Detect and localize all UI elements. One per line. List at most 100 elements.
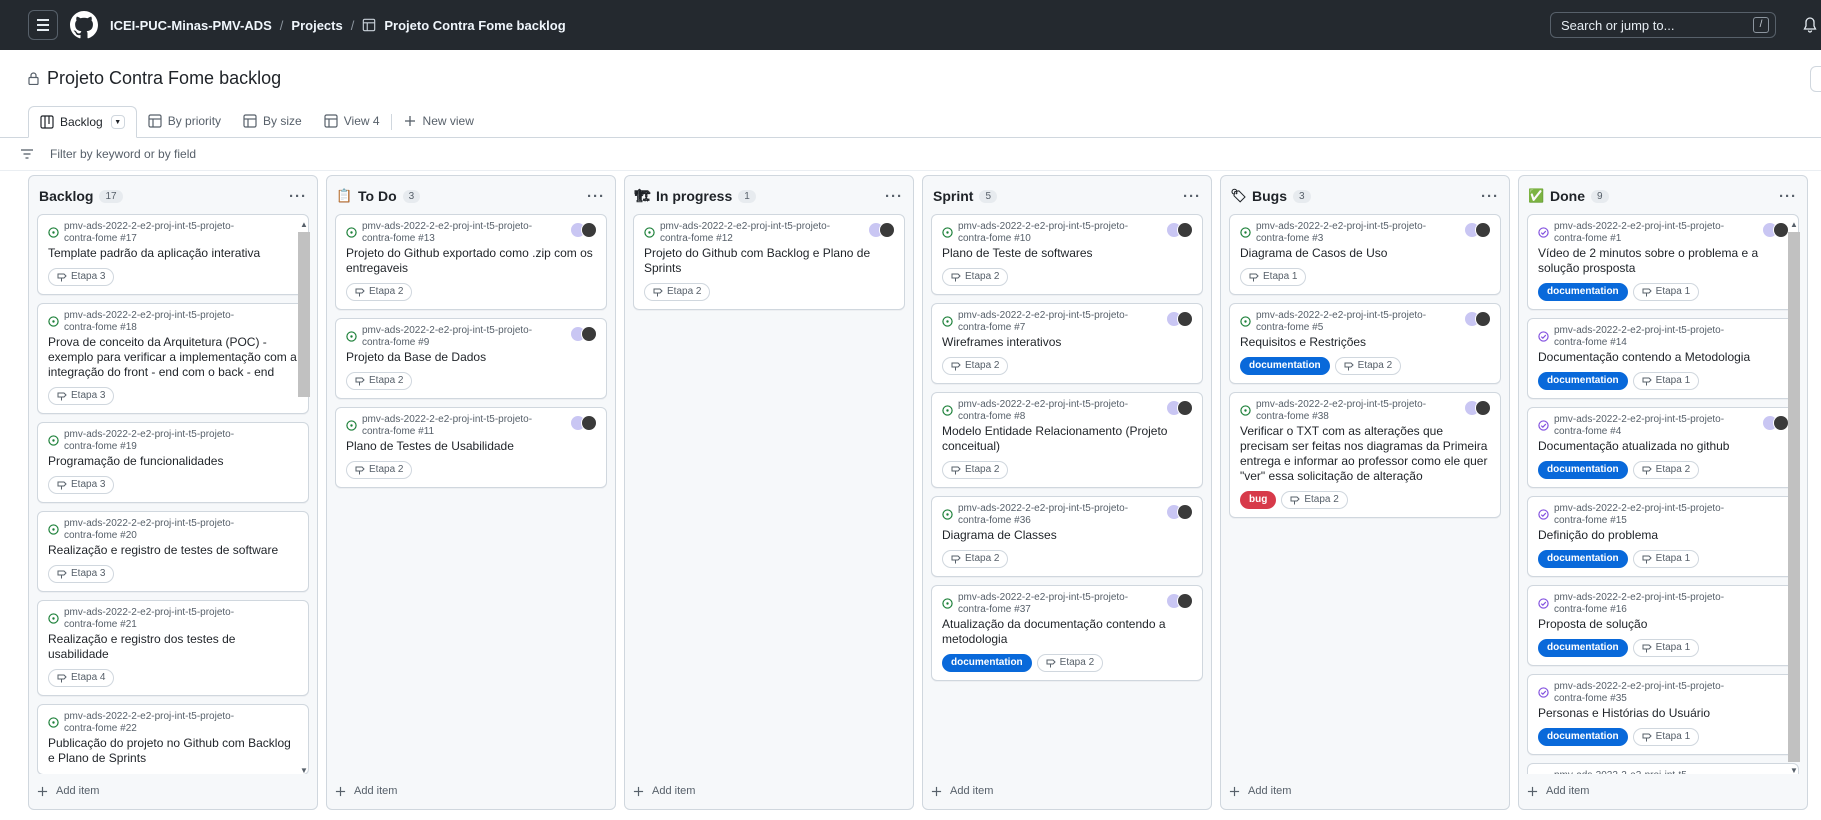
issue-title[interactable]: Wireframes interativos [942, 335, 1192, 350]
add-item-button[interactable]: Add item [923, 773, 1211, 809]
issue-title[interactable]: Definição do problema [1538, 528, 1788, 543]
issue-reference[interactable]: pmv-ads-2022-2-e2-proj-int-t5-projeto-co… [1538, 681, 1788, 705]
issue-title[interactable]: Realização e registro dos testes de usab… [48, 632, 298, 662]
issue-card[interactable]: pmv-ads-2022-2-e2-proj-int-t5-projeto-co… [931, 585, 1203, 681]
issue-card[interactable]: pmv-ads-2022-2-e2-proj-int-t5-projeto-co… [931, 392, 1203, 488]
tab-new-view[interactable]: New view [392, 105, 485, 137]
scrollbar-thumb[interactable] [1788, 232, 1800, 762]
column-menu-icon[interactable]: ··· [587, 188, 605, 205]
milestone-badge[interactable]: Etapa 2 [942, 550, 1009, 568]
issue-title[interactable]: Vídeo de 2 minutos sobre o problema e a … [1538, 246, 1788, 276]
issue-title[interactable]: Template padrão da aplicação interativa [48, 246, 298, 261]
issue-card[interactable]: pmv-ads-2022-2-e2-proj-int-t5-projeto-co… [37, 600, 309, 696]
assignee-avatars[interactable] [570, 222, 597, 238]
issue-reference[interactable]: pmv-ads-2022-2-e2-proj-int-t5-projeto-co… [1240, 310, 1490, 334]
issue-title[interactable]: Atualização da documentação contendo a m… [942, 617, 1192, 647]
issue-card[interactable]: pmv-ads-2022-2-e2-proj-int-t5-projeto-co… [931, 214, 1203, 295]
column-menu-icon[interactable]: ··· [1183, 188, 1201, 205]
label-bug[interactable]: bug [1240, 491, 1277, 509]
assignee-avatars[interactable] [1464, 400, 1491, 416]
label-documentation[interactable]: documentation [1538, 372, 1628, 390]
issue-reference[interactable]: pmv-ads-2022-2-e2-proj-int-t5-projeto-co… [942, 221, 1192, 245]
label-documentation[interactable]: documentation [1240, 357, 1330, 375]
label-documentation[interactable]: documentation [1538, 550, 1628, 568]
milestone-badge[interactable]: Etapa 2 [1036, 654, 1104, 672]
assignee-avatars[interactable] [1166, 504, 1193, 520]
milestone-badge[interactable]: Etapa 3 [48, 476, 115, 494]
issue-reference[interactable]: pmv-ads-2022-2-e2-proj-int-t5-projeto-co… [48, 711, 298, 735]
chevron-down-icon[interactable]: ▼ [110, 115, 125, 129]
issue-card[interactable]: pmv-ads-2022-2-e2-proj-int-t5-projeto-co… [633, 214, 905, 310]
milestone-badge[interactable]: Etapa 2 [346, 372, 413, 390]
tab-view-4[interactable]: View 4 [313, 105, 391, 137]
breadcrumb-projects[interactable]: Projects [291, 18, 342, 33]
issue-title[interactable]: Proposta de solução [1538, 617, 1788, 632]
milestone-badge[interactable]: Etapa 3 [48, 565, 115, 583]
issue-title[interactable]: Documentação contendo a Metodologia [1538, 350, 1788, 365]
scroll-up-arrow-icon[interactable]: ▲ [297, 220, 311, 232]
issue-card[interactable]: pmv-ads-2022-2-e2-proj-int-t5-projeto-co… [1527, 407, 1799, 488]
issue-reference[interactable]: pmv-ads-2022-2-e2-proj-int-t5-projeto-co… [644, 221, 894, 245]
scrollbar[interactable]: ▲ ▼ [1787, 220, 1801, 778]
issue-title[interactable]: Personas e Histórias do Usuário [1538, 706, 1788, 721]
tab-backlog[interactable]: Backlog ▼ [28, 106, 137, 138]
label-documentation[interactable]: documentation [1538, 283, 1628, 301]
issue-reference[interactable]: pmv-ads-2022-2-e2-proj-int-t5-projeto-co… [48, 429, 298, 453]
milestone-badge[interactable]: Etapa 1 [1632, 283, 1700, 301]
column-menu-icon[interactable]: ··· [1779, 188, 1797, 205]
issue-reference[interactable]: pmv-ads-2022-2-e2-proj-int-t5-projeto-co… [942, 503, 1192, 527]
issue-reference[interactable]: pmv-ads-2022-2-e2-proj-int-t5-projeto-co… [1538, 325, 1788, 349]
issue-title[interactable]: Diagrama de Classes [942, 528, 1192, 543]
issue-card[interactable]: pmv-ads-2022-2-e2-proj-int-t5-projeto-co… [931, 496, 1203, 577]
issue-title[interactable]: Projeto do Github exportado como .zip co… [346, 246, 596, 276]
assignee-avatars[interactable] [1166, 311, 1193, 327]
issue-reference[interactable]: pmv-ads-2022-2-e2-proj-int-t5-projeto-co… [48, 221, 298, 245]
issue-reference[interactable]: pmv-ads-2022-2-e2-proj-int-t5-projeto-co… [1240, 221, 1490, 245]
issue-card[interactable]: pmv-ads-2022-2-e2-proj-int-t5-projeto-co… [37, 214, 309, 295]
tab-by-priority[interactable]: By priority [137, 105, 232, 137]
github-logo-icon[interactable] [70, 11, 98, 39]
label-documentation[interactable]: documentation [1538, 461, 1628, 479]
filter-bar[interactable]: Filter by keyword or by field [0, 138, 1821, 171]
issue-title[interactable]: Verificar o TXT com as alterações que pr… [1240, 424, 1490, 484]
milestone-badge[interactable]: Etapa 1 [1632, 728, 1700, 746]
issue-card[interactable]: pmv-ads-2022-2-e2-proj-int-t5-projeto-co… [1527, 674, 1799, 755]
issue-reference[interactable]: pmv-ads-2022-2-e2-proj-int-t5-projeto-co… [1240, 399, 1490, 423]
filter-input[interactable]: Filter by keyword or by field [50, 147, 196, 161]
issue-card[interactable]: pmv-ads-2022-2-e2-proj-int-t5-projeto-co… [37, 704, 309, 774]
add-item-button[interactable]: Add item [327, 773, 615, 809]
issue-card[interactable]: pmv-ads-2022-2-e2-proj-int-t5-projeto-co… [1229, 214, 1501, 295]
issue-title[interactable]: Prova de conceito da Arquitetura (POC) -… [48, 335, 298, 380]
issue-title[interactable]: Modelo Entidade Relacionamento (Projeto … [942, 424, 1192, 454]
assignee-avatars[interactable] [570, 326, 597, 342]
menu-icon[interactable] [28, 10, 58, 40]
milestone-badge[interactable]: Etapa 1 [1632, 550, 1700, 568]
milestone-badge[interactable]: Etapa 2 [644, 283, 711, 301]
issue-card[interactable]: pmv-ads-2022-2-e2-proj-int-t5-projeto-co… [1527, 496, 1799, 577]
issue-card[interactable]: pmv-ads-2022-2-e2-proj-int-t5-projeto-co… [1527, 585, 1799, 666]
issue-title[interactable]: Realização e registro de testes de softw… [48, 543, 298, 558]
milestone-badge[interactable]: Etapa 2 [346, 283, 413, 301]
milestone-badge[interactable]: Etapa 2 [1334, 357, 1402, 375]
milestone-badge[interactable]: Etapa 2 [942, 357, 1009, 375]
assignee-avatars[interactable] [1464, 311, 1491, 327]
issue-reference[interactable]: pmv-ads-2022-2-e2-proj-int-t5-projeto-co… [346, 221, 596, 245]
milestone-badge[interactable]: Etapa 4 [48, 669, 115, 687]
label-documentation[interactable]: documentation [1538, 639, 1628, 657]
issue-title[interactable]: Requisitos e Restrições [1240, 335, 1490, 350]
tab-by-size[interactable]: By size [232, 105, 313, 137]
add-item-button[interactable]: Add item [29, 773, 317, 809]
issue-title[interactable]: Publicação do projeto no Github com Back… [48, 736, 298, 766]
assignee-avatars[interactable] [1762, 415, 1789, 431]
issue-card[interactable]: pmv-ads-2022-2-e2-proj-int-t5-projeto-co… [37, 303, 309, 414]
issue-card[interactable]: pmv-ads-2022-2-e2-proj-int-t5-projeto-co… [335, 214, 607, 310]
assignee-avatars[interactable] [1762, 222, 1789, 238]
milestone-badge[interactable]: Etapa 3 [48, 387, 115, 405]
milestone-badge[interactable]: Etapa 1 [1240, 268, 1307, 286]
add-item-button[interactable]: Add item [1519, 773, 1807, 809]
breadcrumb-org[interactable]: ICEI-PUC-Minas-PMV-ADS [110, 18, 272, 33]
issue-card[interactable]: pmv-ads-2022-2-e2-proj-int-t5-projeto-co… [335, 318, 607, 399]
assignee-avatars[interactable] [570, 415, 597, 431]
issue-reference[interactable]: pmv-ads-2022-2-e2-proj-int-t5-projeto-co… [346, 414, 596, 438]
issue-reference[interactable]: pmv-ads-2022-2-e2-proj-int-t5-projeto-co… [1538, 221, 1788, 245]
